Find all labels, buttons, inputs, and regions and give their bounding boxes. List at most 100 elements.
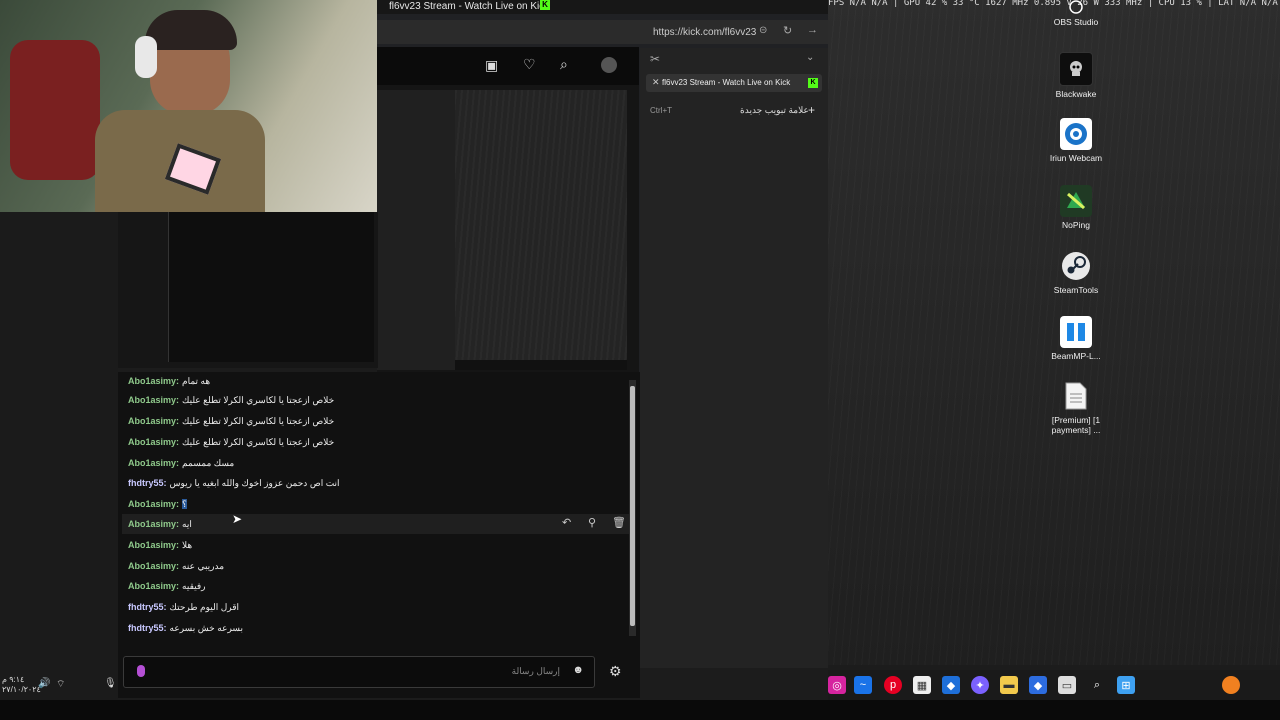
stream-video[interactable] — [377, 85, 639, 375]
desktop-icon-label: [Premium] [1 payments] ... — [1051, 415, 1101, 435]
chevron-down-icon[interactable]: ⌄ — [806, 52, 814, 63]
heart-icon[interactable]: ♡ — [523, 56, 536, 73]
chat-message: Abo1asimy: رفيقيه — [128, 581, 206, 592]
emoji-icon[interactable]: ☻ — [572, 664, 584, 676]
chat-input-box[interactable]: إرسال رسالة ☻ — [123, 656, 595, 688]
desktop-icon-iriun-webcam[interactable]: Iriun Webcam — [1036, 118, 1116, 163]
mouse-cursor-icon: ➤ — [232, 512, 243, 526]
desktop-icon-steamtools[interactable]: SteamTools — [1036, 250, 1116, 295]
chat-username[interactable]: Abo1asimy: — [128, 395, 179, 405]
clips-icon[interactable]: ▣ — [485, 57, 498, 74]
noping-icon — [1060, 185, 1092, 217]
file-explorer-icon[interactable]: ▬ — [1000, 676, 1018, 694]
desktop-icon-beammp[interactable]: BeamMP-L... — [1036, 316, 1116, 361]
vertical-tabs-panel: ✂ ⌄ ✕ fl6vv23 Stream - Watch Live on Kic… — [640, 48, 828, 668]
new-tab-button[interactable]: علامة تبويب جديدة — [740, 105, 809, 116]
blackwake-icon — [1059, 52, 1093, 86]
headset — [135, 36, 157, 78]
desktop-icon-noping[interactable]: NoPing — [1036, 185, 1116, 230]
chat-text: مسك ممسمم — [182, 458, 235, 468]
avatar[interactable] — [601, 57, 617, 73]
chat-username[interactable]: Abo1asimy: — [128, 581, 179, 591]
chat-message: Abo1asimy: خلاص ازعجتا يا لكاسري الكرلا ت… — [128, 437, 334, 448]
chat-username[interactable]: fhdtry55: — [128, 623, 167, 633]
url-text[interactable]: https://kick.com/fl6vv23 — [653, 27, 756, 38]
wifi-icon[interactable]: ⌔ — [56, 678, 65, 691]
chat-message: Abo1asimy: خلاص ازعجتا يا لكاسري الكرلا ت… — [128, 416, 334, 427]
chat-text: خلاص ازعجتا يا لكاسري الكرلا تطلع عليك — [182, 437, 335, 447]
hovered-message[interactable]: ↶ ⚲ 🗑 — [122, 514, 630, 534]
webcam-icon — [1060, 118, 1092, 150]
chat-username[interactable]: Abo1asimy: — [128, 561, 179, 571]
beammp-icon — [1060, 316, 1092, 348]
start-icon[interactable]: ⊞ — [1117, 676, 1135, 694]
bottom-black-bar — [0, 700, 1280, 720]
nested-chat — [168, 212, 374, 362]
chat-text: انت اص دحمن عزوز اخوك والله ابغيه يا ريو… — [169, 478, 340, 488]
clock-date: ٢٧/١٠/٢٠٢٤ — [2, 685, 41, 694]
reload-icon[interactable]: ↻ — [783, 24, 792, 37]
chat-input-placeholder[interactable]: إرسال رسالة — [512, 666, 560, 677]
desktop-icon-label: SteamTools — [1053, 285, 1099, 295]
shield-icon[interactable]: ◆ — [1029, 676, 1047, 694]
tab-title: fl6vv23 Stream - Watch Live on Kick — [662, 78, 791, 87]
browser-titlebar: fl6vv23 Stream - Watch Live on Kick K — [377, 0, 828, 14]
tab-kick-stream[interactable]: ✕ fl6vv23 Stream - Watch Live on Kick K — [646, 74, 822, 92]
microphone-icon[interactable]: 🎙 — [104, 678, 117, 689]
gaming-chair — [10, 40, 100, 180]
search-icon[interactable]: ⌕ — [1088, 676, 1106, 694]
store-icon[interactable]: ▦ — [913, 676, 931, 694]
desktop-icon-blackwake[interactable]: Blackwake — [1036, 52, 1116, 99]
chat-username[interactable]: fhdtry55: — [128, 602, 167, 612]
chat-username[interactable]: fhdtry55: — [128, 478, 167, 488]
copilot-icon[interactable]: ✦ — [971, 676, 989, 694]
chat-message: Abo1asimy: مسك ممسمم — [128, 458, 234, 469]
emote-icon[interactable] — [137, 665, 145, 677]
gear-icon[interactable]: ⚙ — [609, 663, 622, 680]
search-icon[interactable]: ⌕ — [560, 56, 568, 73]
scrollbar-thumb[interactable] — [630, 386, 635, 626]
instagram-icon[interactable]: ◎ — [828, 676, 846, 694]
chat-username[interactable]: Abo1asimy: — [128, 376, 179, 386]
steam-icon — [1060, 250, 1092, 282]
kick-header: ▣ ♡ ⌕ — [377, 47, 639, 85]
obs-icon — [1060, 0, 1092, 14]
chat-message: Abo1asimy: ايه — [128, 519, 192, 530]
notification-icon[interactable] — [1222, 676, 1240, 694]
desktop-icon-label: Blackwake — [1055, 89, 1097, 99]
chat-username[interactable]: Abo1asimy: — [128, 540, 179, 550]
delete-icon[interactable]: 🗑 — [612, 516, 626, 529]
chat-text: ؟ — [182, 499, 187, 509]
chat-panel: ↶ ⚲ 🗑 Abo1asimy: هه تمام Abo1asimy: خلاص ا… — [118, 372, 640, 698]
pin-message-icon[interactable]: ⚲ — [588, 516, 596, 529]
nested-stream-capture — [118, 212, 378, 368]
defender-icon[interactable]: ◆ — [942, 676, 960, 694]
chat-username[interactable]: Abo1asimy: — [128, 437, 179, 447]
chat-username[interactable]: Abo1asimy: — [128, 499, 179, 509]
plus-icon[interactable]: + — [808, 103, 815, 117]
chat-username[interactable]: Abo1asimy: — [128, 519, 179, 529]
chat-text: خلاص ازعجتا يا لكاسري الكرلا تطلع عليك — [182, 395, 335, 405]
chat-message: Abo1asimy: ؟ — [128, 499, 187, 510]
window-icon[interactable]: ▭ — [1058, 676, 1076, 694]
volume-icon[interactable]: 🔊 — [38, 678, 50, 689]
pinterest-icon[interactable]: p — [884, 676, 902, 694]
pin-icon[interactable]: ✂ — [650, 52, 660, 66]
chat-username[interactable]: Abo1asimy: — [128, 458, 179, 468]
desktop-icon-obs-studio[interactable]: OBS Studio — [1036, 0, 1116, 27]
chart-app-icon[interactable]: ~ — [854, 676, 872, 694]
chat-username[interactable]: Abo1asimy: — [128, 416, 179, 426]
chat-message: Abo1asimy: خلاص ازعجتا يا لكاسري الكرلا ت… — [128, 395, 334, 406]
desktop-icon-premium-file[interactable]: [Premium] [1 payments] ... — [1036, 380, 1116, 435]
forward-icon[interactable]: → — [807, 24, 818, 36]
close-icon[interactable]: ✕ — [652, 77, 660, 88]
chat-scrollbar[interactable] — [629, 380, 636, 636]
desktop-icon-label: BeamMP-L... — [1051, 351, 1101, 361]
address-bar[interactable]: https://kick.com/fl6vv23 ⊝ ↻ → — [377, 20, 828, 44]
window-title: fl6vv23 Stream - Watch Live on Kick — [389, 1, 550, 12]
clock-time: ٩:١٤ م — [2, 675, 25, 684]
chat-text: بسرعه خش بسرعه — [169, 623, 243, 633]
nested-taskbar — [455, 360, 627, 370]
webcam-overlay — [0, 0, 377, 212]
reply-icon[interactable]: ↶ — [562, 516, 571, 529]
